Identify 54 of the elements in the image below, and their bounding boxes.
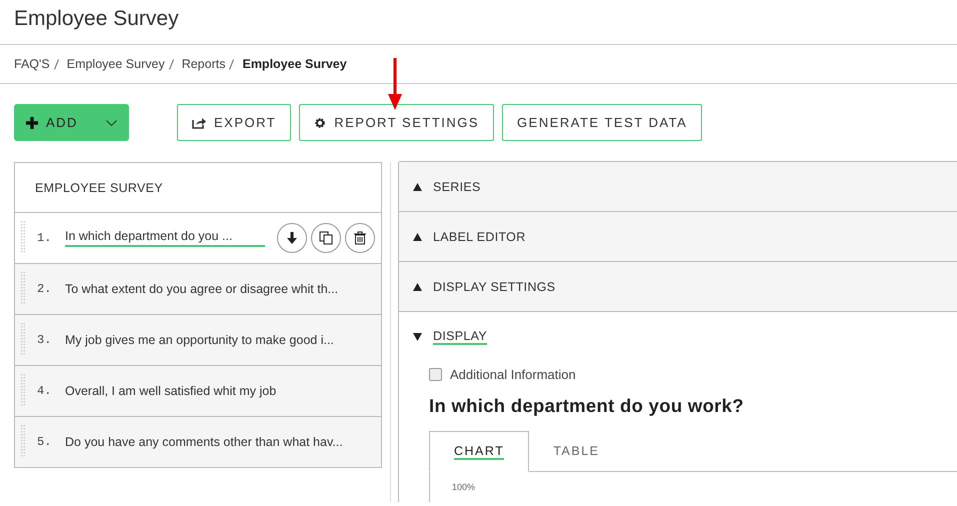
toolbar-button[interactable]: REPORT SETTINGS [299, 104, 494, 141]
question-text: In which department do you ... [65, 229, 265, 247]
triangle-icon [413, 282, 423, 290]
plus-icon [26, 116, 38, 128]
question-number: 3. [37, 333, 52, 347]
copy-icon [319, 231, 333, 245]
question-item[interactable]: 2. To what extent do you agree or disagree whit th... [15, 264, 381, 315]
question-item[interactable]: 5. Do you have any comments other than what hav... [15, 417, 381, 467]
question-text: My job gives me an opportunity to make good i... [65, 333, 334, 347]
question-number: 4. [37, 384, 52, 398]
arrow-down-icon [287, 232, 297, 244]
breadcrumb-link[interactable]: Employee Survey [66, 57, 165, 71]
gear-icon [314, 116, 326, 128]
move-down-button[interactable] [277, 223, 307, 253]
breadcrumb-link[interactable]: Reports [182, 57, 226, 71]
delete-button[interactable] [345, 223, 375, 253]
axis-label: 100% [452, 482, 476, 492]
page-title: Employee Survey [0, 0, 957, 45]
checkbox-label: Additional Information [450, 367, 576, 382]
question-heading: In which department do you work? [429, 395, 745, 417]
add-button[interactable]: ADD [14, 104, 129, 141]
slash-icon [229, 58, 234, 70]
trash-icon [354, 231, 366, 245]
question-item[interactable]: 3. My job gives me an opportunity to make good i... [15, 315, 381, 366]
drag-handle-icon[interactable] [21, 374, 25, 408]
drag-handle-icon[interactable] [21, 425, 25, 459]
drag-handle-icon[interactable] [21, 323, 25, 357]
drag-handle-icon[interactable] [21, 221, 25, 255]
question-item[interactable]: 4. Overall, I am well satisfied whit my job [15, 366, 381, 417]
chevron-icon [106, 120, 117, 126]
annotation-arrow [388, 58, 402, 110]
breadcrumb-link[interactable]: FAQ'S [14, 57, 50, 71]
tab[interactable]: CHART [429, 431, 530, 472]
triangle-icon [413, 232, 423, 240]
question-number: 2. [37, 282, 52, 296]
drag-handle-icon[interactable] [21, 272, 25, 306]
accordion-header[interactable]: LABEL EDITOR [399, 211, 957, 262]
toolbar-button[interactable]: GENERATE TEST DATA [502, 104, 702, 141]
accordion-header[interactable]: DISPLAY SETTINGS [399, 261, 957, 312]
copy-button[interactable] [311, 223, 341, 253]
checkbox[interactable] [429, 368, 442, 381]
question-text: Overall, I am well satisfied whit my job [65, 384, 276, 398]
toolbar-button[interactable]: EXPORT [177, 104, 292, 141]
share-icon [192, 116, 206, 128]
question-text: Do you have any comments other than what hav... [65, 435, 343, 449]
slash-icon [168, 58, 174, 70]
tab[interactable]: TABLE [529, 431, 624, 471]
triangle-icon [413, 332, 423, 340]
accordion-header[interactable]: SERIES [399, 161, 957, 212]
question-text: To what extent do you agree or disagree whit th... [65, 282, 338, 296]
question-number: 1. [37, 231, 52, 245]
question-number: 5. [37, 435, 52, 449]
slash-icon [54, 58, 59, 70]
triangle-icon [413, 182, 423, 190]
